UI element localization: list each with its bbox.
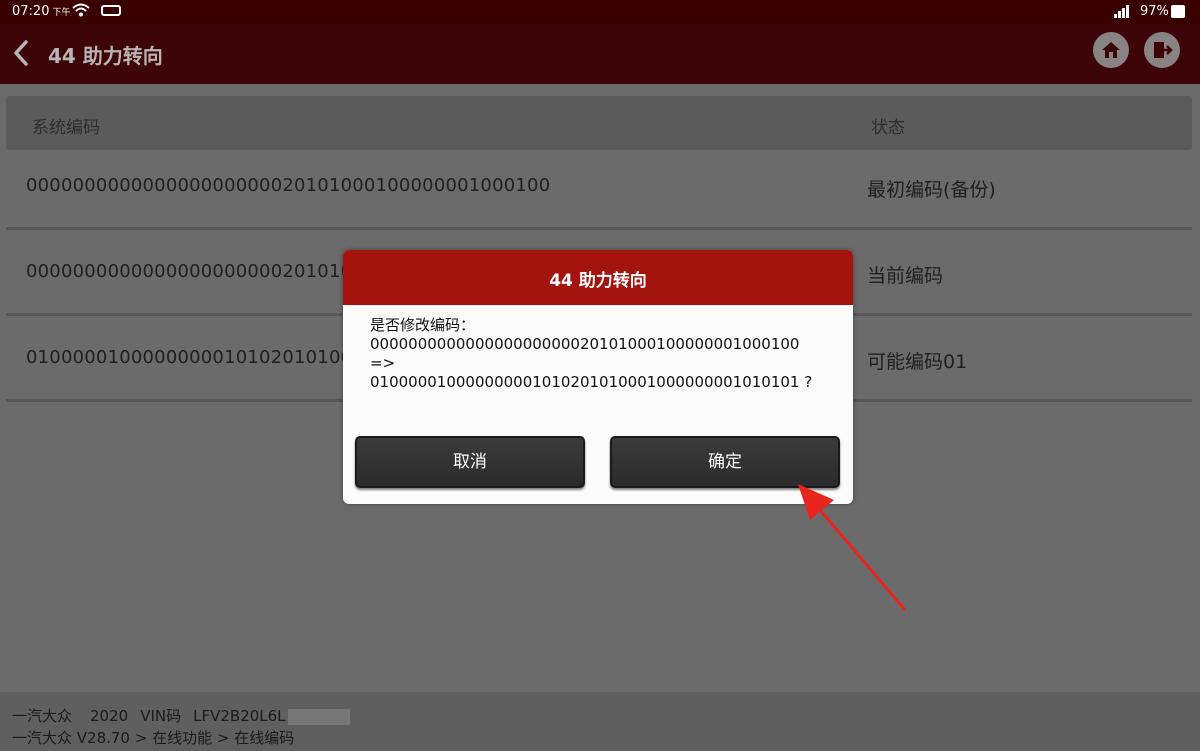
dialog-to-code: 0100000100000000010102010100010000000010… — [370, 373, 813, 391]
wifi-icon — [72, 3, 90, 17]
battery-percent: 97% — [1140, 4, 1169, 19]
column-header-status: 状态 — [871, 118, 905, 138]
table-row[interactable]: 0000000000000000000000201010001000000010… — [6, 152, 1192, 230]
row-code: 0100000100000000010102010100010 — [26, 347, 388, 368]
cancel-button[interactable]: 取消 — [355, 436, 585, 488]
home-button[interactable] — [1093, 32, 1129, 68]
row-code: 0000000000000000000000201010001000000010… — [26, 175, 551, 196]
row-code: 0000000000000000000000201010001 — [26, 261, 388, 282]
vin-redaction — [287, 708, 350, 725]
exit-button[interactable] — [1144, 32, 1180, 68]
column-header-code: 系统编码 — [32, 118, 100, 138]
footer-info: 一汽大众 2020 VIN码 LFV2B20L6L 一汽大众 V28.70 > 在线功… — [0, 692, 1200, 751]
confirm-dialog: 44 助力转向 是否修改编码： 000000000000000000000020… — [343, 250, 853, 504]
row-status: 最初编码(备份) — [867, 179, 996, 201]
dialog-header: 44 助力转向 — [343, 250, 853, 305]
dialog-prompt: 是否修改编码： — [370, 316, 476, 334]
page-title: 44 助力转向 — [48, 44, 163, 68]
dialog-message: 是否修改编码： 00000000000000000000002010100010… — [370, 316, 812, 392]
dialog-title: 44 助力转向 — [549, 271, 647, 291]
battery-icon — [1171, 5, 1185, 18]
exit-icon — [1154, 42, 1173, 58]
dialog-arrow-text: => — [370, 354, 396, 372]
vr-icon — [101, 5, 121, 16]
signal-icon — [1114, 5, 1129, 18]
home-icon — [1102, 42, 1120, 58]
table-header: 系统编码 状态 — [6, 96, 1192, 150]
annotation-arrow-icon — [798, 484, 907, 611]
dialog-from-code: 0000000000000000000000201010001000000010… — [370, 335, 800, 353]
vehicle-info: 一汽大众 2020 VIN码 LFV2B20L6L — [12, 705, 350, 726]
status-bar: 07:20 下午 97% — [0, 0, 1200, 24]
back-icon[interactable] — [10, 36, 32, 70]
row-status: 可能编码01 — [867, 351, 968, 373]
status-time: 07:20 下午 — [12, 4, 71, 19]
row-status: 当前编码 — [867, 265, 944, 287]
title-bar: 44 助力转向 — [0, 24, 1200, 84]
breadcrumb: 一汽大众 V28.70 > 在线功能 > 在线编码 — [12, 729, 295, 747]
breadcrumb-current: 在线编码 — [234, 729, 295, 747]
